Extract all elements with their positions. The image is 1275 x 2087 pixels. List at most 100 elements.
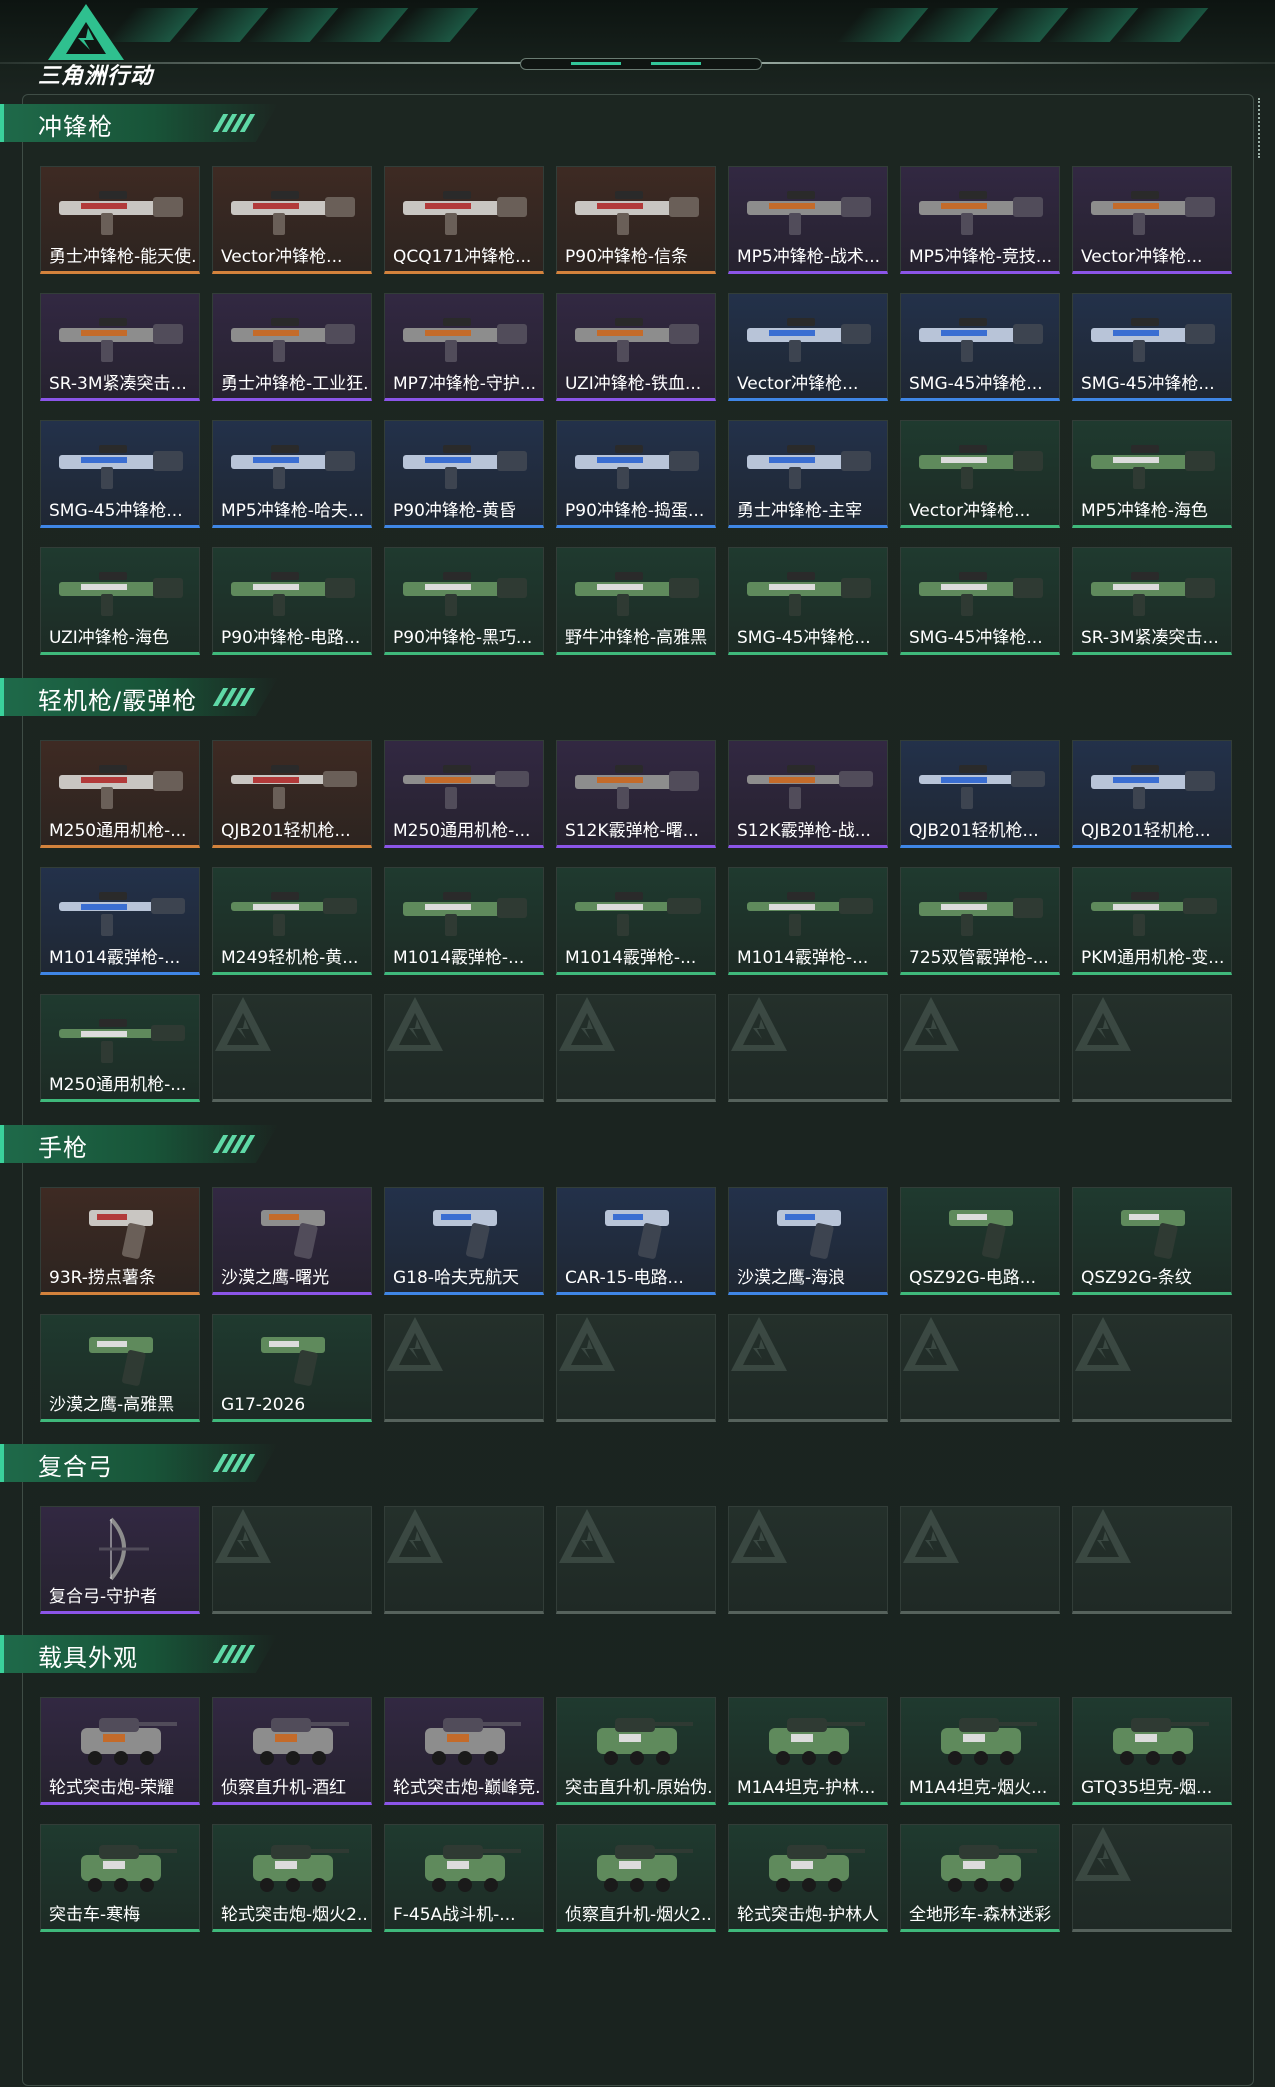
top-header: 三角洲行动 [0, 0, 1275, 95]
skin-card[interactable]: MP7冲锋枪-守护... [384, 293, 544, 401]
skin-card[interactable]: MP5冲锋枪-战术... [728, 166, 888, 274]
skin-card[interactable]: M250通用机枪-... [40, 994, 200, 1102]
skin-card[interactable]: SR-3M紧凑突击... [40, 293, 200, 401]
skin-card[interactable]: SMG-45冲锋枪... [900, 547, 1060, 655]
skin-card[interactable]: SMG-45冲锋枪... [1072, 293, 1232, 401]
skin-card-label: SMG-45冲锋枪... [909, 374, 1043, 394]
empty-slot [728, 994, 888, 1102]
skin-card-label: 突击车-寒梅 [49, 1905, 141, 1925]
skin-card[interactable]: 轮式突击炮-护林人 [728, 1824, 888, 1932]
skin-card[interactable]: F-45A战斗机-... [384, 1824, 544, 1932]
skin-card[interactable]: S12K霰弹枪-曙... [556, 740, 716, 848]
skin-card-label: 轮式突击炮-烟火2... [221, 1905, 367, 1925]
skin-card[interactable]: 勇士冲锋枪-能天使... [40, 166, 200, 274]
section-header-decoration [212, 114, 256, 132]
section-header-decoration [212, 1135, 256, 1153]
skin-card[interactable]: SMG-45冲锋枪... [900, 293, 1060, 401]
skin-card[interactable]: MP5冲锋枪-哈夫... [212, 420, 372, 528]
skin-card[interactable]: QJB201轻机枪... [212, 740, 372, 848]
skin-card[interactable]: G17-2026 [212, 1314, 372, 1422]
skin-card[interactable]: 轮式突击炮-巅峰竞... [384, 1697, 544, 1805]
skin-card[interactable]: 93R-捞点薯条 [40, 1187, 200, 1295]
skin-card[interactable]: 侦察直升机-烟火2... [556, 1824, 716, 1932]
logo-text: 三角洲行动 [38, 64, 154, 89]
skin-card-label: 轮式突击炮-巅峰竞... [393, 1778, 539, 1798]
skin-card[interactable]: M1A4坦克-烟火... [900, 1697, 1060, 1805]
skin-card-label: CAR-15-电路... [565, 1268, 684, 1288]
skin-card[interactable]: SMG-45冲锋枪... [728, 547, 888, 655]
skin-card[interactable]: G18-哈夫克航天 [384, 1187, 544, 1295]
skin-card[interactable]: SMG-45冲锋枪... [40, 420, 200, 528]
skin-card[interactable]: P90冲锋枪-捣蛋... [556, 420, 716, 528]
skin-card[interactable]: Vector冲锋枪... [1072, 166, 1232, 274]
skin-card[interactable]: 侦察直升机-酒红 [212, 1697, 372, 1805]
skin-card[interactable]: 725双管霰弹枪-... [900, 867, 1060, 975]
skin-card[interactable]: 复合弓-守护者 [40, 1506, 200, 1614]
skin-card[interactable]: CAR-15-电路... [556, 1187, 716, 1295]
skin-card-label: S12K霰弹枪-战... [737, 821, 871, 841]
header-decoration-right [835, 8, 1209, 42]
skin-card[interactable]: M1014霰弹枪-... [40, 867, 200, 975]
empty-slot [728, 1314, 888, 1422]
section-title: 手枪 [38, 1134, 88, 1162]
skin-card[interactable]: Vector冲锋枪... [900, 420, 1060, 528]
skin-card-label: 93R-捞点薯条 [49, 1268, 156, 1288]
skin-card[interactable]: QSZ92G-条纹 [1072, 1187, 1232, 1295]
placeholder-logo-icon [387, 1509, 443, 1563]
skin-card-label: 725双管霰弹枪-... [909, 948, 1049, 968]
skin-card[interactable]: M250通用机枪-... [40, 740, 200, 848]
skin-card[interactable]: M1014霰弹枪-... [384, 867, 544, 975]
empty-slot [728, 1506, 888, 1614]
skin-card-label: P90冲锋枪-信条 [565, 247, 689, 267]
skin-card-label: MP5冲锋枪-海色 [1081, 501, 1208, 521]
skin-card[interactable]: Vector冲锋枪... [212, 166, 372, 274]
skin-card[interactable]: S12K霰弹枪-战... [728, 740, 888, 848]
skin-card[interactable]: 全地形车-森林迷彩 [900, 1824, 1060, 1932]
skin-card[interactable]: UZI冲锋枪-海色 [40, 547, 200, 655]
skin-card[interactable]: M250通用机枪-... [384, 740, 544, 848]
skin-card[interactable]: 野牛冲锋枪-高雅黑 [556, 547, 716, 655]
skin-card[interactable]: 轮式突击炮-烟火2... [212, 1824, 372, 1932]
skin-card[interactable]: 沙漠之鹰-高雅黑 [40, 1314, 200, 1422]
scrollbar[interactable] [1258, 98, 1264, 158]
skin-card-label: 轮式突击炮-护林人 [737, 1905, 880, 1925]
skin-card[interactable]: M1A4坦克-护林... [728, 1697, 888, 1805]
skin-card[interactable]: 沙漠之鹰-海浪 [728, 1187, 888, 1295]
skin-card[interactable]: 突击直升机-原始伪... [556, 1697, 716, 1805]
skin-card[interactable]: QJB201轻机枪... [900, 740, 1060, 848]
skin-card-label: 沙漠之鹰-曙光 [221, 1268, 330, 1288]
skin-card[interactable]: M1014霰弹枪-... [556, 867, 716, 975]
skin-card[interactable]: 勇士冲锋枪-工业狂... [212, 293, 372, 401]
placeholder-logo-icon [387, 1317, 443, 1371]
skin-card[interactable]: GTQ35坦克-烟... [1072, 1697, 1232, 1805]
skin-card[interactable]: QSZ92G-电路... [900, 1187, 1060, 1295]
placeholder-logo-icon [559, 1509, 615, 1563]
empty-slot [556, 1506, 716, 1614]
skin-card[interactable]: QCQ171冲锋枪... [384, 166, 544, 274]
skin-card[interactable]: P90冲锋枪-电路... [212, 547, 372, 655]
skin-card[interactable]: MP5冲锋枪-海色 [1072, 420, 1232, 528]
skin-card-label: MP5冲锋枪-哈夫... [221, 501, 365, 521]
empty-slot [384, 1506, 544, 1614]
skin-card[interactable]: P90冲锋枪-信条 [556, 166, 716, 274]
skin-card[interactable]: 轮式突击炮-荣耀 [40, 1697, 200, 1805]
section-header-decoration [212, 1645, 256, 1663]
skin-card[interactable]: P90冲锋枪-黄昏 [384, 420, 544, 528]
section-header-decoration [212, 1454, 256, 1472]
skin-card-label: F-45A战斗机-... [393, 1905, 516, 1925]
placeholder-logo-icon [559, 1317, 615, 1371]
skin-card[interactable]: UZI冲锋枪-铁血... [556, 293, 716, 401]
skin-card-label: 勇士冲锋枪-工业狂... [221, 374, 367, 394]
placeholder-logo-icon [559, 997, 615, 1051]
skin-card[interactable]: MP5冲锋枪-竞技... [900, 166, 1060, 274]
skin-card[interactable]: P90冲锋枪-黑巧... [384, 547, 544, 655]
skin-card[interactable]: QJB201轻机枪... [1072, 740, 1232, 848]
skin-card[interactable]: SR-3M紧凑突击... [1072, 547, 1232, 655]
skin-card[interactable]: 突击车-寒梅 [40, 1824, 200, 1932]
skin-card[interactable]: PKM通用机枪-变... [1072, 867, 1232, 975]
skin-card[interactable]: Vector冲锋枪... [728, 293, 888, 401]
skin-card[interactable]: M249轻机枪-黄... [212, 867, 372, 975]
skin-card[interactable]: M1014霰弹枪-... [728, 867, 888, 975]
skin-card[interactable]: 沙漠之鹰-曙光 [212, 1187, 372, 1295]
skin-card[interactable]: 勇士冲锋枪-主宰 [728, 420, 888, 528]
